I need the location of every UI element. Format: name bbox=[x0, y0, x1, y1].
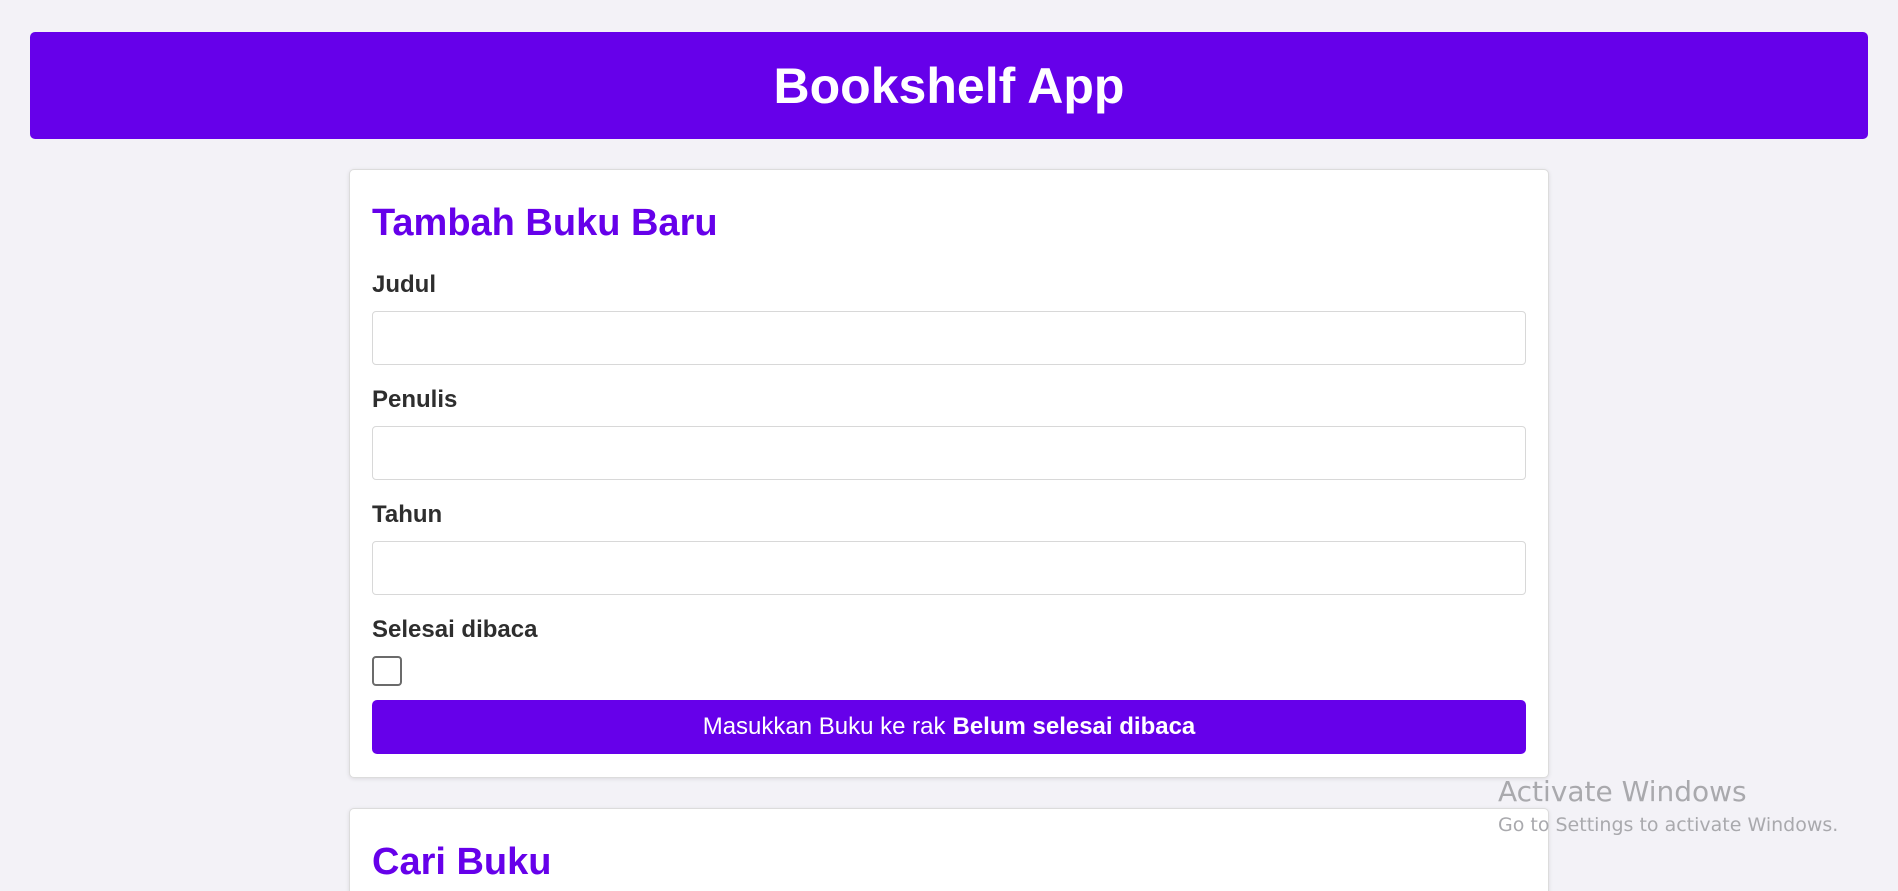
book-complete-label: Selesai dibaca bbox=[372, 616, 538, 643]
book-title-label: Judul bbox=[372, 271, 436, 298]
book-title-input[interactable] bbox=[372, 311, 1526, 365]
submit-book-button[interactable]: Masukkan Buku ke rak Belum selesai dibac… bbox=[372, 700, 1526, 754]
submit-button-shelf: Belum selesai dibaca bbox=[952, 713, 1196, 740]
book-author-input[interactable] bbox=[372, 426, 1526, 480]
windows-activation-watermark: Activate Windows Go to Settings to activ… bbox=[1498, 778, 1838, 835]
watermark-title: Activate Windows bbox=[1498, 775, 1747, 808]
submit-button-prefix: Masukkan Buku ke rak bbox=[702, 713, 946, 740]
app-title: Bookshelf App bbox=[773, 57, 1125, 114]
book-year-label: Tahun bbox=[372, 501, 443, 528]
book-complete-checkbox[interactable] bbox=[372, 656, 402, 686]
add-book-title: Tambah Buku Baru bbox=[372, 202, 718, 244]
book-year-input[interactable] bbox=[372, 541, 1526, 595]
book-author-label: Penulis bbox=[372, 386, 458, 413]
add-book-form: Tambah Buku Baru Judul Penulis Tahun Sel… bbox=[349, 169, 1549, 778]
app-header: Bookshelf App bbox=[30, 32, 1868, 139]
search-book-title: Cari Buku bbox=[372, 841, 552, 883]
watermark-subtitle: Go to Settings to activate Windows. bbox=[1498, 814, 1839, 836]
search-book-section: Cari Buku bbox=[349, 808, 1549, 891]
